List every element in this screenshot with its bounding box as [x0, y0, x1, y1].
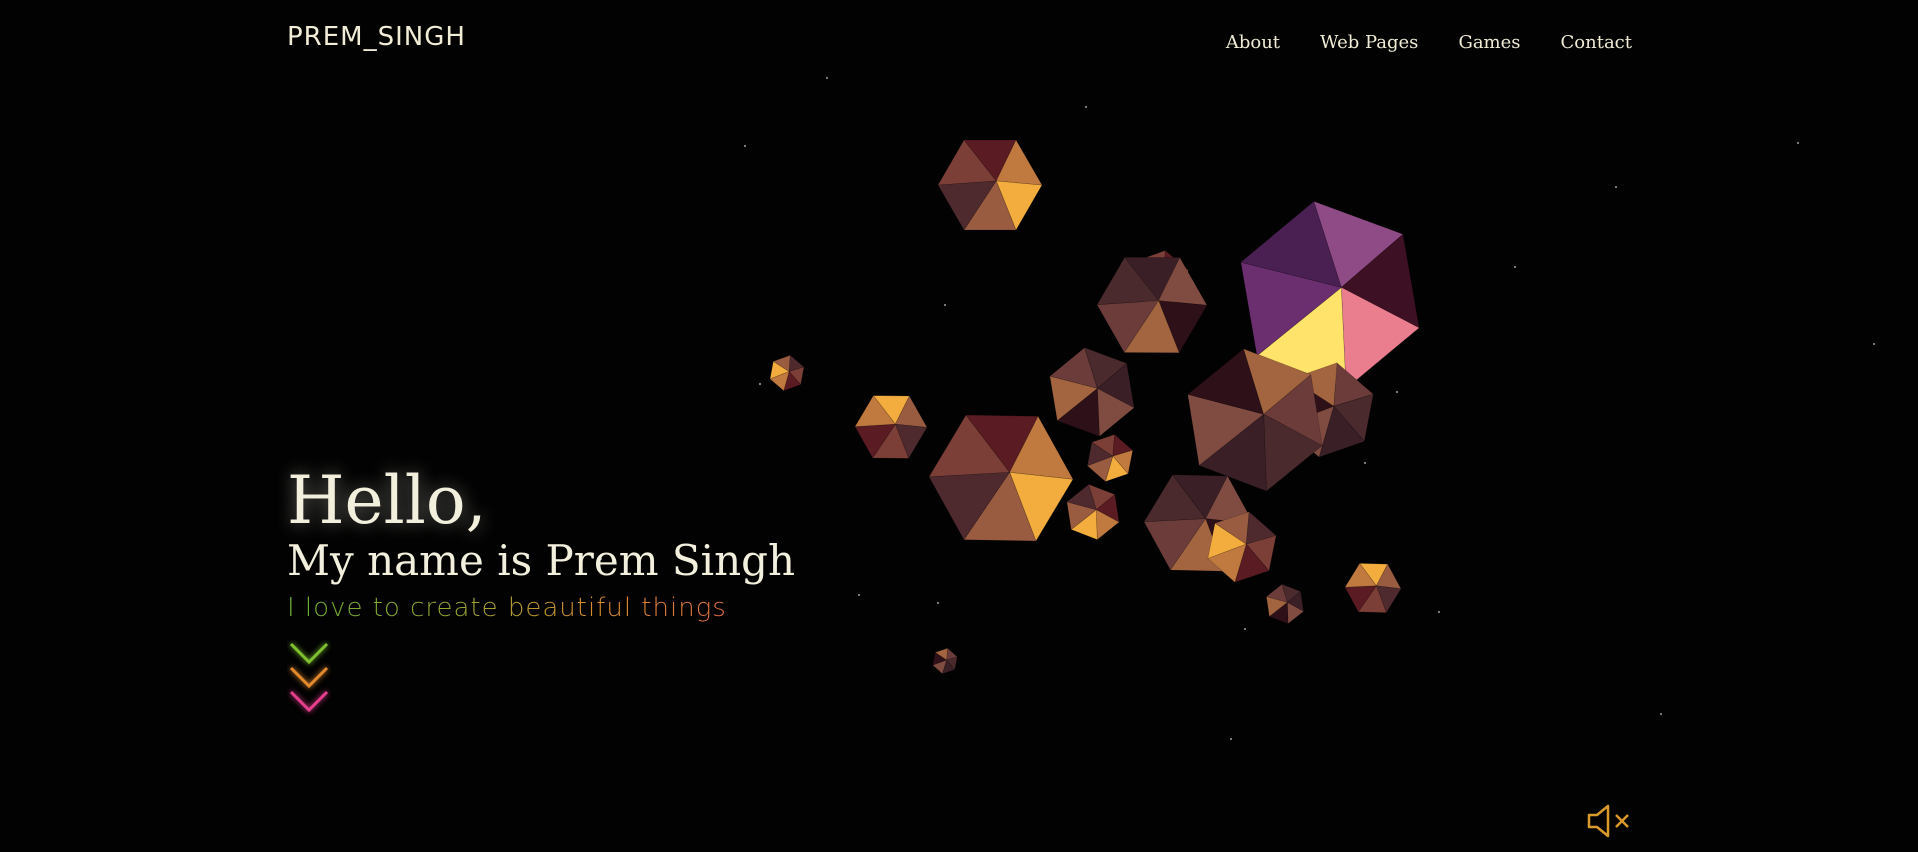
- polyhedron-shape: [1086, 433, 1134, 483]
- hero-name: My name is Prem Singh: [287, 536, 796, 585]
- polyhedron-scene: [769, 139, 1420, 675]
- nav-contact[interactable]: Contact: [1561, 32, 1632, 53]
- polyhedron-shape: [928, 414, 1074, 542]
- site-logo[interactable]: PREM_SINGH: [287, 22, 466, 52]
- polyhedron-shape: [1096, 256, 1208, 354]
- polyhedron-shape: [1049, 347, 1135, 438]
- nav-web-pages[interactable]: Web Pages: [1320, 32, 1418, 53]
- polyhedron-shape: [1344, 562, 1402, 614]
- hero-section: Hello, My name is Prem Singh I love to c…: [287, 468, 795, 628]
- scroll-down-icon[interactable]: [287, 640, 331, 720]
- nav-about[interactable]: About: [1226, 32, 1280, 53]
- polyhedron-shape: [1207, 511, 1277, 583]
- speaker-muted-icon[interactable]: [1586, 803, 1632, 839]
- polyhedron-shape: [937, 139, 1043, 231]
- polyhedron-shape: [769, 354, 805, 392]
- polyhedron-shape: [1066, 483, 1120, 541]
- polyhedron-shape: [854, 395, 928, 460]
- polyhedron-shape: [932, 647, 958, 675]
- hero-greeting: Hello,: [287, 462, 487, 539]
- nav-games[interactable]: Games: [1458, 32, 1520, 53]
- main-nav: About Web Pages Games Contact: [1226, 32, 1632, 53]
- polyhedron-shape: [1265, 583, 1305, 625]
- hero-tagline: I love to create beautiful things: [287, 588, 795, 628]
